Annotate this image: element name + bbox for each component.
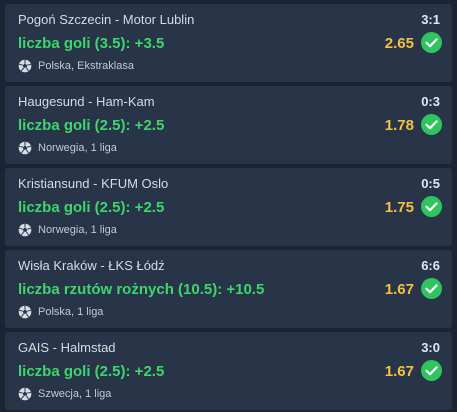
league-info: Szwecja, 1 liga: [18, 387, 111, 401]
bet-card[interactable]: Pogoń Szczecin - Motor Lublin 3:1 liczba…: [5, 4, 452, 82]
bet-odds: 2.65: [384, 35, 414, 52]
league-name: Polska, Ekstraklasa: [38, 60, 134, 72]
league-info: Polska, Ekstraklasa: [18, 59, 134, 73]
match-score: 3:1: [421, 12, 440, 27]
football-icon: [18, 223, 32, 237]
match-score: 0:3: [421, 94, 440, 109]
bet-odds: 1.78: [384, 117, 414, 134]
check-circle-icon: [421, 32, 442, 53]
football-icon: [18, 141, 32, 155]
match-teams: Pogoń Szczecin - Motor Lublin: [18, 12, 195, 27]
check-circle-icon: [421, 114, 442, 135]
check-circle-icon: [421, 196, 442, 217]
match-teams: GAIS - Halmstad: [18, 340, 116, 355]
match-score: 6:6: [421, 258, 440, 273]
bet-card[interactable]: Kristiansund - KFUM Oslo 0:5 liczba goli…: [5, 168, 452, 246]
football-icon: [18, 59, 32, 73]
match-teams: Haugesund - Ham-Kam: [18, 94, 155, 109]
bet-odds: 1.67: [384, 363, 414, 380]
league-info: Norwegia, 1 liga: [18, 141, 117, 155]
football-icon: [18, 387, 32, 401]
bet-market: liczba goli (2.5): +2.5: [18, 363, 165, 380]
bet-market: liczba goli (2.5): +2.5: [18, 199, 165, 216]
match-teams: Kristiansund - KFUM Oslo: [18, 176, 169, 191]
bet-market: liczba goli (2.5): +2.5: [18, 117, 165, 134]
league-info: Norwegia, 1 liga: [18, 223, 117, 237]
football-icon: [18, 305, 32, 319]
check-circle-icon: [421, 360, 442, 381]
bet-market: liczba rzutów rożnych (10.5): +10.5: [18, 281, 265, 298]
bet-odds: 1.67: [384, 281, 414, 298]
match-teams: Wisła Kraków - ŁKS Łódź: [18, 258, 165, 273]
bet-card[interactable]: Wisła Kraków - ŁKS Łódź 6:6 liczba rzutó…: [5, 250, 452, 328]
league-name: Norwegia, 1 liga: [38, 142, 117, 154]
match-score: 3:0: [421, 340, 440, 355]
league-info: Polska, 1 liga: [18, 305, 103, 319]
league-name: Polska, 1 liga: [38, 306, 104, 318]
league-name: Norwegia, 1 liga: [38, 224, 117, 236]
bet-odds: 1.75: [384, 199, 414, 216]
check-circle-icon: [421, 278, 442, 299]
league-name: Szwecja, 1 liga: [38, 388, 112, 400]
bet-list: Pogoń Szczecin - Motor Lublin 3:1 liczba…: [0, 0, 457, 412]
bet-market: liczba goli (3.5): +3.5: [18, 35, 165, 52]
match-score: 0:5: [421, 176, 440, 191]
bet-card[interactable]: GAIS - Halmstad 3:0 liczba goli (2.5): +…: [5, 332, 452, 410]
bet-card[interactable]: Haugesund - Ham-Kam 0:3 liczba goli (2.5…: [5, 86, 452, 164]
